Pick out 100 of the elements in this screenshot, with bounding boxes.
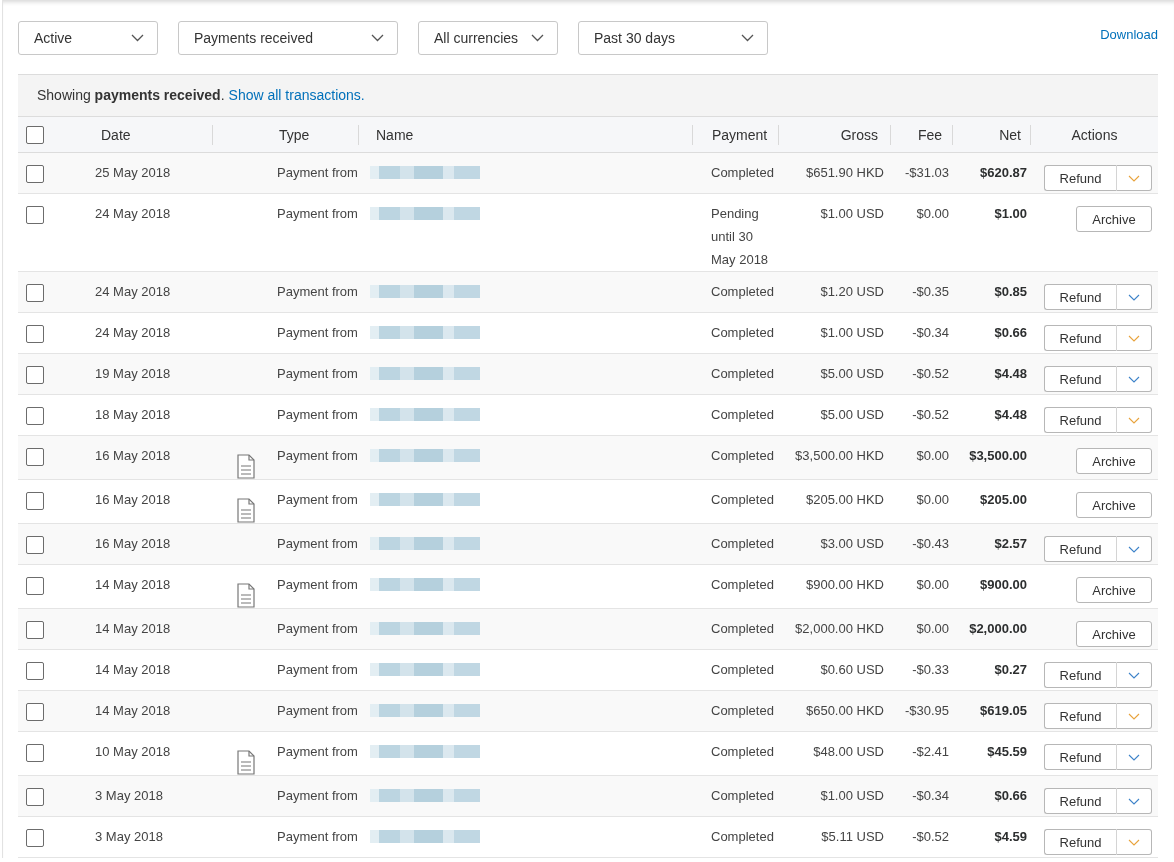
filter-dropdown[interactable]: All currencies [418,21,558,55]
row-checkbox[interactable] [26,662,44,680]
row-checkbox[interactable] [26,703,44,721]
transaction-type: Payment from [277,702,358,720]
transaction-date: 14 May 2018 [95,577,171,592]
row-checkbox[interactable] [26,165,44,183]
row-checkbox[interactable] [26,492,44,510]
download-link[interactable]: Download [1100,27,1158,42]
refund-button[interactable]: Refund [1044,536,1117,562]
archive-button[interactable]: Archive [1076,492,1152,518]
net-amount: $2.57 [994,536,1027,551]
payment-status: Completed [711,828,774,846]
net-amount: $205.00 [980,492,1027,507]
transaction-type: Payment from [277,620,358,638]
payment-status: Completed [711,365,774,383]
row-checkbox[interactable] [26,621,44,639]
fee-amount: -$0.35 [912,284,949,299]
refund-button[interactable]: Refund [1044,788,1117,814]
row-checkbox[interactable] [26,366,44,384]
transaction-type: Payment from [277,743,358,761]
row-checkbox[interactable] [26,325,44,343]
chevron-down-icon [131,34,144,42]
net-amount: $4.59 [994,829,1027,844]
gross-amount: $2,000.00 HKD [795,621,884,636]
net-amount: $0.27 [994,662,1027,677]
transaction-date: 24 May 2018 [95,325,171,340]
row-checkbox[interactable] [26,744,44,762]
transaction-date: 10 May 2018 [95,744,171,759]
fee-amount: $0.00 [916,448,949,463]
archive-button[interactable]: Archive [1076,577,1152,603]
row-checkbox[interactable] [26,206,44,224]
chevron-down-icon [741,34,754,42]
column-header: Date [101,126,131,143]
refund-button[interactable]: Refund [1044,284,1117,310]
row-checkbox[interactable] [26,788,44,806]
transaction-date: 18 May 2018 [95,407,171,422]
column-header: Type [279,126,310,143]
net-amount: $45.59 [987,744,1027,759]
net-amount: $0.66 [994,325,1027,340]
column-header: Net [999,126,1021,143]
filter-dropdown[interactable]: Active [18,21,158,55]
transaction-date: 3 May 2018 [95,788,163,803]
refund-button[interactable]: Refund [1044,366,1117,392]
refund-button[interactable]: Refund [1044,703,1117,729]
refund-button[interactable]: Refund [1044,165,1117,191]
refund-button[interactable]: Refund [1044,662,1117,688]
gross-amount: $5.00 USD [820,366,884,381]
fee-amount: -$0.43 [912,536,949,551]
transaction-type: Payment from [277,205,358,223]
payment-status: Completed [711,491,774,509]
refund-button[interactable]: Refund [1044,407,1117,433]
fee-amount: -$2.41 [912,744,949,759]
payment-status: Pending until 30 May 2018 [711,205,770,269]
net-amount: $900.00 [980,577,1027,592]
net-amount: $4.48 [994,407,1027,422]
row-checkbox[interactable] [26,448,44,466]
row-checkbox[interactable] [26,284,44,302]
gross-amount: $651.90 HKD [805,165,884,180]
transaction-type: Payment from [277,828,358,846]
column-header: Fee [917,126,942,143]
archive-button[interactable]: Archive [1076,448,1152,474]
transaction-type: Payment from [277,661,358,679]
row-checkbox[interactable] [26,407,44,425]
payment-status: Completed [711,535,774,553]
fee-amount: -$30.95 [904,703,949,718]
chevron-down-icon [531,34,544,42]
row-checkbox[interactable] [26,536,44,554]
transaction-date: 14 May 2018 [95,621,171,636]
refund-button[interactable]: Refund [1044,829,1117,855]
transaction-date: 19 May 2018 [95,366,171,381]
net-amount: $619.05 [980,703,1027,718]
refund-button[interactable]: Refund [1044,744,1117,770]
archive-button[interactable]: Archive [1076,621,1152,647]
fee-amount: $0.00 [916,206,949,221]
transaction-type: Payment from [277,406,358,424]
fee-amount: $0.00 [916,577,949,592]
chevron-down-icon [371,34,384,42]
fee-amount: -$0.34 [912,325,949,340]
show-all-link[interactable]: Show all transactions. [228,87,365,103]
filter-dropdown[interactable]: Past 30 days [578,21,768,55]
filter-dropdown[interactable]: Payments received [178,21,398,55]
gross-amount: $5.11 USD [821,829,884,844]
fee-amount: $0.00 [916,621,949,636]
net-amount: $0.85 [994,284,1027,299]
transaction-date: 16 May 2018 [95,492,171,507]
net-amount: $0.66 [994,788,1027,803]
fee-amount: $0.00 [916,492,949,507]
column-header: Name [376,126,414,143]
net-amount: $3,500.00 [969,448,1027,463]
archive-button[interactable]: Archive [1076,206,1152,232]
payment-status: Completed [711,743,774,761]
gross-amount: $205.00 HKD [805,492,884,507]
row-checkbox[interactable] [26,577,44,595]
row-checkbox[interactable] [26,829,44,847]
fee-amount: -$31.03 [904,165,949,180]
select-all-checkbox[interactable] [26,125,44,144]
transaction-date: 16 May 2018 [95,536,171,551]
transaction-type: Payment from [277,576,358,594]
transaction-type: Payment from [277,283,358,301]
refund-button[interactable]: Refund [1044,325,1117,351]
